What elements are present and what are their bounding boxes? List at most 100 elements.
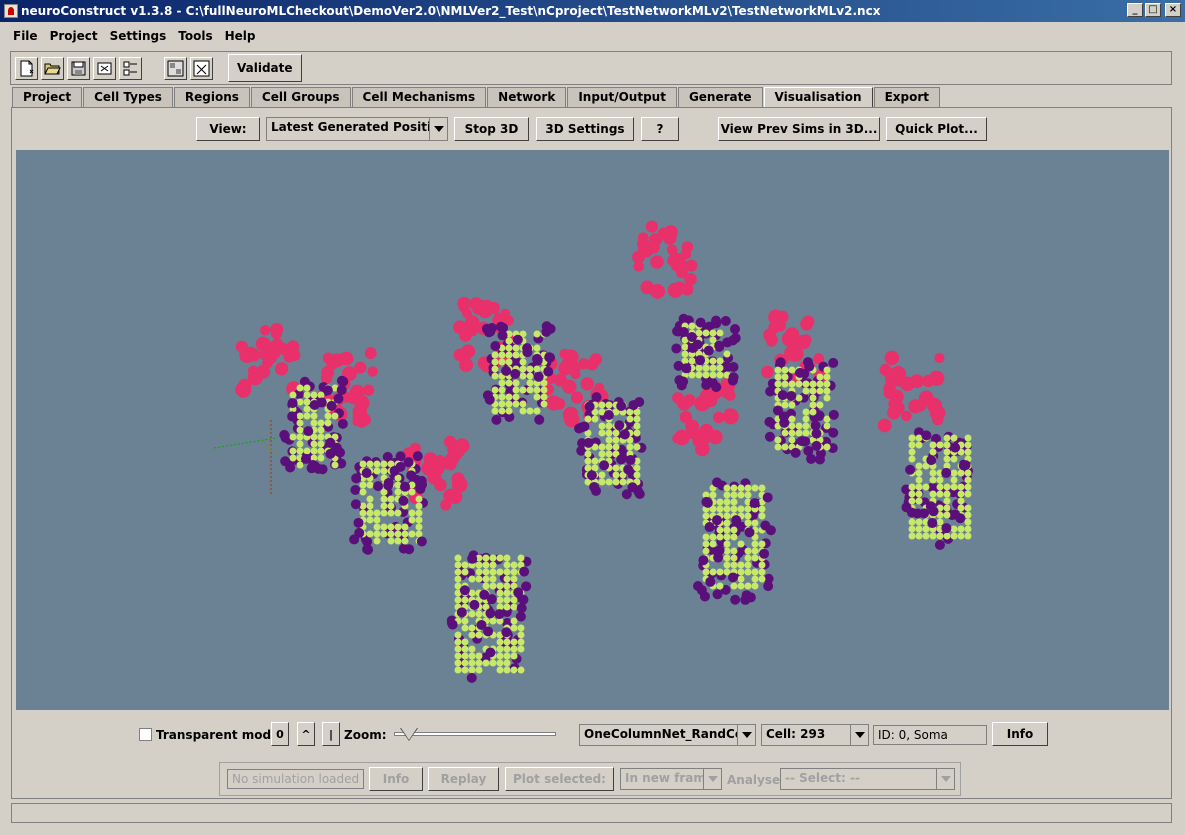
yellow-cell[interactable] — [408, 488, 416, 496]
yellow-cell[interactable] — [454, 659, 462, 667]
yellow-cell[interactable] — [394, 530, 402, 538]
yellow-cell[interactable] — [709, 491, 717, 499]
yellow-cell[interactable] — [633, 415, 641, 423]
yellow-cell[interactable] — [751, 540, 759, 548]
yellow-cell[interactable] — [943, 504, 951, 512]
yellow-cell[interactable] — [809, 394, 817, 402]
yellow-cell[interactable] — [716, 568, 724, 576]
purple-cell[interactable] — [786, 390, 797, 401]
menu-tools[interactable]: Tools — [172, 27, 218, 47]
pink-cell[interactable] — [364, 347, 377, 360]
yellow-cell[interactable] — [482, 554, 490, 562]
yellow-cell[interactable] — [584, 457, 592, 465]
yellow-cell[interactable] — [751, 582, 759, 590]
yellow-cell[interactable] — [957, 532, 965, 540]
yellow-cell[interactable] — [408, 530, 416, 538]
yellow-cell[interactable] — [633, 422, 641, 430]
cell-select[interactable]: Cell: 293 — [761, 724, 869, 746]
yellow-cell[interactable] — [795, 394, 803, 402]
yellow-cell[interactable] — [737, 505, 745, 513]
pink-cell[interactable] — [787, 341, 801, 355]
yellow-cell[interactable] — [964, 476, 972, 484]
yellow-cell[interactable] — [781, 443, 789, 451]
yellow-cell[interactable] — [519, 372, 527, 380]
pink-cell[interactable] — [580, 377, 594, 391]
minimize-button[interactable]: _ — [1127, 3, 1143, 17]
pink-cell[interactable] — [650, 283, 666, 299]
yellow-cell[interactable] — [591, 457, 599, 465]
yellow-cell[interactable] — [517, 638, 525, 646]
yellow-cell[interactable] — [802, 415, 810, 423]
yellow-cell[interactable] — [751, 547, 759, 555]
yellow-cell[interactable] — [626, 443, 634, 451]
purple-cell[interactable] — [516, 603, 527, 614]
yellow-cell[interactable] — [510, 568, 518, 576]
purple-cell[interactable] — [353, 517, 364, 528]
yellow-cell[interactable] — [950, 525, 958, 533]
pink-cell[interactable] — [669, 252, 681, 263]
yellow-cell[interactable] — [950, 434, 958, 442]
purple-cell[interactable] — [775, 357, 786, 368]
view-select[interactable]: Latest Generated Positions — [266, 117, 448, 141]
yellow-cell[interactable] — [496, 666, 504, 674]
pink-cell[interactable] — [918, 390, 934, 406]
pink-cell[interactable] — [910, 374, 924, 389]
yellow-cell[interactable] — [359, 488, 367, 496]
yellow-cell[interactable] — [475, 561, 483, 569]
yellow-cell[interactable] — [950, 532, 958, 540]
yellow-cell[interactable] — [533, 344, 541, 352]
yellow-cell[interactable] — [491, 372, 499, 380]
yellow-cell[interactable] — [598, 478, 606, 486]
purple-cell[interactable] — [521, 581, 532, 592]
pink-cell[interactable] — [648, 233, 663, 247]
yellow-cell[interactable] — [795, 380, 803, 388]
purple-cell[interactable] — [522, 343, 533, 354]
purple-cell[interactable] — [447, 619, 458, 630]
yellow-cell[interactable] — [591, 415, 599, 423]
yellow-cell[interactable] — [950, 469, 958, 477]
purple-cell[interactable] — [728, 372, 739, 383]
yellow-cell[interactable] — [366, 530, 374, 538]
yellow-cell[interactable] — [802, 380, 810, 388]
yellow-cell[interactable] — [387, 509, 395, 517]
yellow-cell[interactable] — [823, 394, 831, 402]
pink-cell[interactable] — [877, 418, 892, 433]
purple-cell[interactable] — [476, 619, 487, 630]
purple-cell[interactable] — [501, 365, 512, 376]
purple-cell[interactable] — [712, 589, 723, 600]
yellow-cell[interactable] — [730, 582, 738, 590]
purple-cell[interactable] — [395, 451, 406, 462]
purple-cell[interactable] — [619, 429, 630, 440]
yellow-cell[interactable] — [296, 426, 304, 434]
yellow-cell[interactable] — [526, 365, 534, 373]
yellow-cell[interactable] — [296, 433, 304, 441]
yellow-cell[interactable] — [482, 582, 490, 590]
yellow-cell[interactable] — [510, 666, 518, 674]
pink-cell[interactable] — [367, 366, 378, 377]
yellow-cell[interactable] — [688, 322, 696, 330]
yellow-cell[interactable] — [517, 645, 525, 653]
sim-info-button[interactable]: Info — [369, 767, 423, 791]
yellow-cell[interactable] — [498, 393, 506, 401]
purple-cell[interactable] — [714, 545, 725, 556]
yellow-cell[interactable] — [303, 398, 311, 406]
yellow-cell[interactable] — [526, 407, 534, 415]
yellow-cell[interactable] — [510, 596, 518, 604]
yellow-cell[interactable] — [489, 568, 497, 576]
quick-plot-button[interactable]: Quick Plot... — [886, 117, 987, 141]
yellow-cell[interactable] — [303, 447, 311, 455]
yellow-cell[interactable] — [505, 379, 513, 387]
yellow-cell[interactable] — [723, 498, 731, 506]
yellow-cell[interactable] — [758, 540, 766, 548]
yellow-cell[interactable] — [957, 497, 965, 505]
purple-cell[interactable] — [467, 553, 478, 564]
yellow-cell[interactable] — [795, 429, 803, 437]
yellow-cell[interactable] — [512, 379, 520, 387]
yellow-cell[interactable] — [289, 454, 297, 462]
yellow-cell[interactable] — [519, 386, 527, 394]
yellow-cell[interactable] — [598, 422, 606, 430]
purple-cell[interactable] — [811, 428, 822, 439]
preferences-button[interactable] — [119, 56, 142, 80]
yellow-cell[interactable] — [744, 505, 752, 513]
yellow-cell[interactable] — [716, 533, 724, 541]
